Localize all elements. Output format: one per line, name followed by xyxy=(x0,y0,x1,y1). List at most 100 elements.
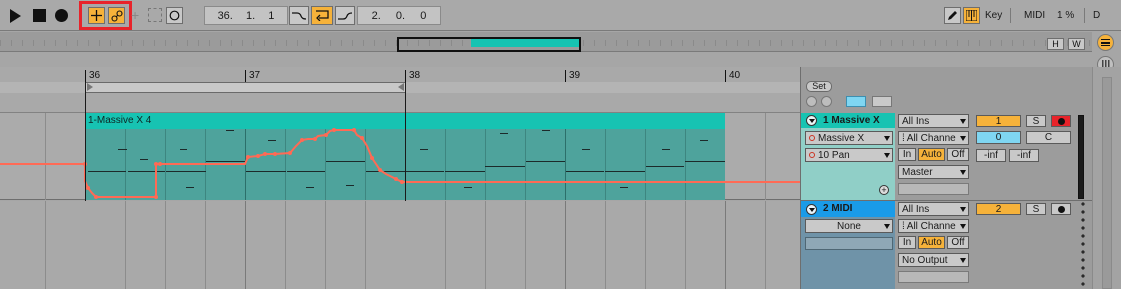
computer-keyboard-button[interactable] xyxy=(963,7,980,24)
track2-param-slot[interactable] xyxy=(805,237,893,250)
record-button[interactable] xyxy=(55,9,68,22)
loop-end-marker[interactable] xyxy=(398,83,404,91)
track1-peak-right: -inf xyxy=(1009,149,1039,162)
track1-activator[interactable]: 1 xyxy=(976,115,1021,127)
grid-line xyxy=(485,201,486,289)
loop-brace[interactable] xyxy=(85,82,406,93)
record-arm-icon xyxy=(1057,117,1065,125)
set-button[interactable]: Set xyxy=(806,81,832,92)
arrangement-position[interactable]: 36. 1. 1 xyxy=(204,6,288,25)
track1-output-label: Master xyxy=(902,166,933,178)
draw-mode-button[interactable] xyxy=(944,7,961,24)
disk-overload-label: D xyxy=(1093,10,1101,21)
expand-icon[interactable] xyxy=(846,96,866,107)
grid-line xyxy=(605,201,606,289)
fold-track2-icon[interactable] xyxy=(806,204,817,215)
track1-input-type[interactable]: All Ins xyxy=(898,114,969,128)
track1-monitor-in[interactable]: In xyxy=(898,148,916,161)
cpu-meter: 1 % xyxy=(1057,10,1075,21)
track1-meter xyxy=(1078,115,1084,199)
track2-title-bar[interactable]: 2 MIDI xyxy=(801,201,895,217)
add-automation-button[interactable] xyxy=(88,7,105,24)
plus-small-icon[interactable]: + xyxy=(131,8,139,22)
ruler-bar-37: 37 xyxy=(249,70,261,81)
track2-input-channel[interactable]: ⁞ All Channe xyxy=(898,219,969,233)
beat-time-ruler[interactable] xyxy=(0,67,800,82)
track2-output[interactable]: No Output xyxy=(898,253,969,267)
track2-input-type[interactable]: All Ins xyxy=(898,202,969,216)
param-indicator-icon xyxy=(809,152,815,158)
track2-activator[interactable]: 2 xyxy=(976,203,1021,215)
track2-output-sub[interactable] xyxy=(898,271,969,283)
position-bar: 36. xyxy=(217,9,233,22)
automation-line[interactable] xyxy=(0,129,800,198)
track1-pan[interactable]: C xyxy=(1026,131,1071,144)
track1-input-channel[interactable]: ⁞ All Channe xyxy=(898,131,969,145)
track2-arm[interactable] xyxy=(1051,203,1071,215)
ruler-bar-38: 38 xyxy=(409,70,421,81)
track2-monitor-auto[interactable]: Auto xyxy=(918,236,945,249)
grid-line xyxy=(645,201,646,289)
lock-icon[interactable] xyxy=(872,96,892,107)
track1-param-dropdown[interactable]: 10 Pan xyxy=(805,148,893,162)
next-locator-icon[interactable] xyxy=(821,96,832,107)
track1-output[interactable]: Master xyxy=(898,165,969,179)
track2-monitor-in[interactable]: In xyxy=(898,236,916,249)
follow-button[interactable] xyxy=(289,6,309,25)
loop-length[interactable]: 2. 0. 0 xyxy=(357,6,441,25)
curve-down-icon xyxy=(292,11,306,20)
fold-track1-icon[interactable] xyxy=(806,115,817,126)
grid-line xyxy=(325,201,326,289)
grid-line xyxy=(285,201,286,289)
track1-name: 1 Massive X xyxy=(823,115,880,126)
midi-map-label[interactable]: MIDI xyxy=(1024,10,1045,21)
track1-arm[interactable] xyxy=(1051,115,1071,127)
browser-toggle-icon[interactable] xyxy=(1097,34,1114,51)
resize-handle-dots[interactable] xyxy=(1080,200,1086,286)
width-toggle-button[interactable]: W xyxy=(1068,38,1085,50)
stop-button[interactable] xyxy=(33,9,46,22)
vertical-scrollbar[interactable] xyxy=(1092,67,1121,289)
track1-device-dropdown[interactable]: Massive X xyxy=(805,131,893,145)
automation-envelope[interactable] xyxy=(0,113,800,200)
fold-arrow xyxy=(809,208,815,212)
loop-brace-empty-left xyxy=(0,82,85,93)
track2-device-dropdown[interactable]: None xyxy=(805,219,893,233)
curve-up-icon xyxy=(338,11,352,20)
overview-viewport[interactable] xyxy=(397,37,581,52)
key-map-label[interactable]: Key xyxy=(985,10,1002,21)
grid-line xyxy=(685,201,686,289)
play-button[interactable] xyxy=(10,9,21,23)
track1-output-sub[interactable] xyxy=(898,183,969,195)
loop-start-marker[interactable] xyxy=(87,83,93,91)
grid-line xyxy=(565,201,566,289)
scrollbar-thumb[interactable] xyxy=(1102,77,1112,289)
capture-icon[interactable] xyxy=(148,8,162,22)
track1-title-bar[interactable]: 1 Massive X xyxy=(801,113,895,128)
add-lane-icon[interactable]: + xyxy=(879,185,889,195)
track1-monitor-off[interactable]: Off xyxy=(947,148,969,161)
keyboard-icon xyxy=(966,10,977,21)
spacer-row xyxy=(0,93,800,113)
fold-arrow xyxy=(809,119,815,123)
track2-solo[interactable]: S xyxy=(1026,203,1046,215)
grid-line xyxy=(765,201,766,289)
track1-device: Massive X xyxy=(818,132,865,144)
channel-icon: ⁞ xyxy=(902,132,905,144)
prev-locator-icon[interactable] xyxy=(806,96,817,107)
track2-monitor-off[interactable]: Off xyxy=(947,236,969,249)
height-toggle-button[interactable]: H xyxy=(1047,38,1064,50)
track1-solo[interactable]: S xyxy=(1026,115,1046,127)
ruler-bar-36: 36 xyxy=(89,70,101,81)
punch-button[interactable] xyxy=(335,6,355,25)
channel-icon: ⁞ xyxy=(902,220,905,232)
position-sixteenth: 1 xyxy=(268,9,275,22)
length-beat: 0. xyxy=(395,9,406,22)
track1-volume[interactable]: 0 xyxy=(976,131,1021,144)
arrangement-overview[interactable]: H W xyxy=(0,32,1092,52)
link-button[interactable] xyxy=(108,7,125,24)
track1-monitor-auto[interactable]: Auto xyxy=(918,148,945,161)
loop-button[interactable] xyxy=(311,6,333,25)
track2-lane[interactable] xyxy=(0,201,800,289)
circle-button[interactable] xyxy=(166,7,183,24)
